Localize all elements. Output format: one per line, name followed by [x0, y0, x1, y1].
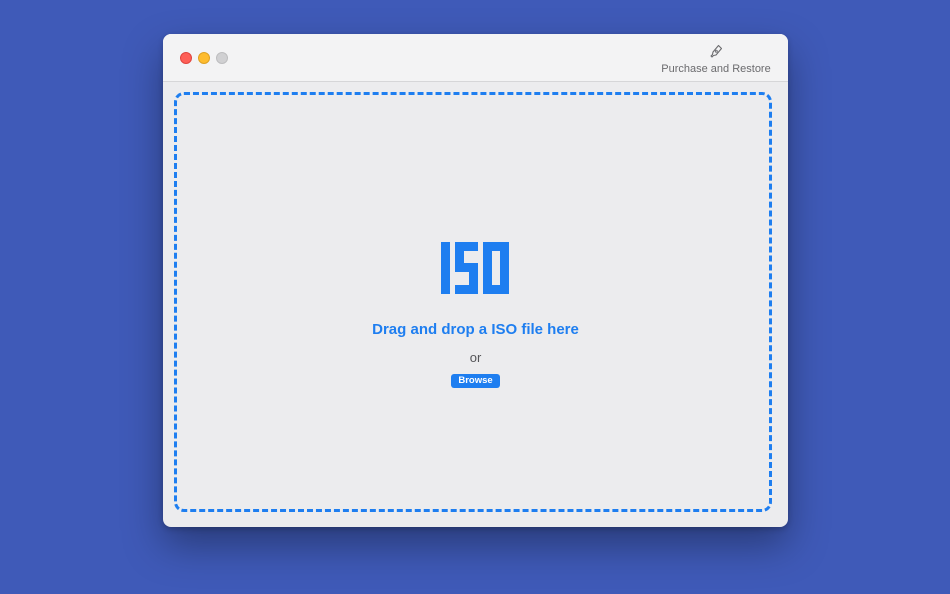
browse-button[interactable]: Browse — [451, 374, 500, 388]
minimize-window-button[interactable] — [198, 52, 210, 64]
drag-and-drop-instruction: Drag and drop a ISO file here — [372, 321, 579, 338]
pen-nib-icon — [710, 44, 723, 58]
iso-logo — [441, 242, 509, 294]
zoom-window-button[interactable] — [216, 52, 228, 64]
app-window: Purchase and Restore Drag and drop a ISO… — [163, 34, 788, 527]
purchase-and-restore-label: Purchase and Restore — [661, 63, 771, 75]
purchase-and-restore-button[interactable]: Purchase and Restore — [656, 43, 776, 79]
iso-drop-zone[interactable] — [174, 92, 772, 512]
title-bar[interactable]: Purchase and Restore — [163, 34, 788, 82]
close-window-button[interactable] — [180, 52, 192, 64]
or-separator: or — [469, 350, 482, 365]
